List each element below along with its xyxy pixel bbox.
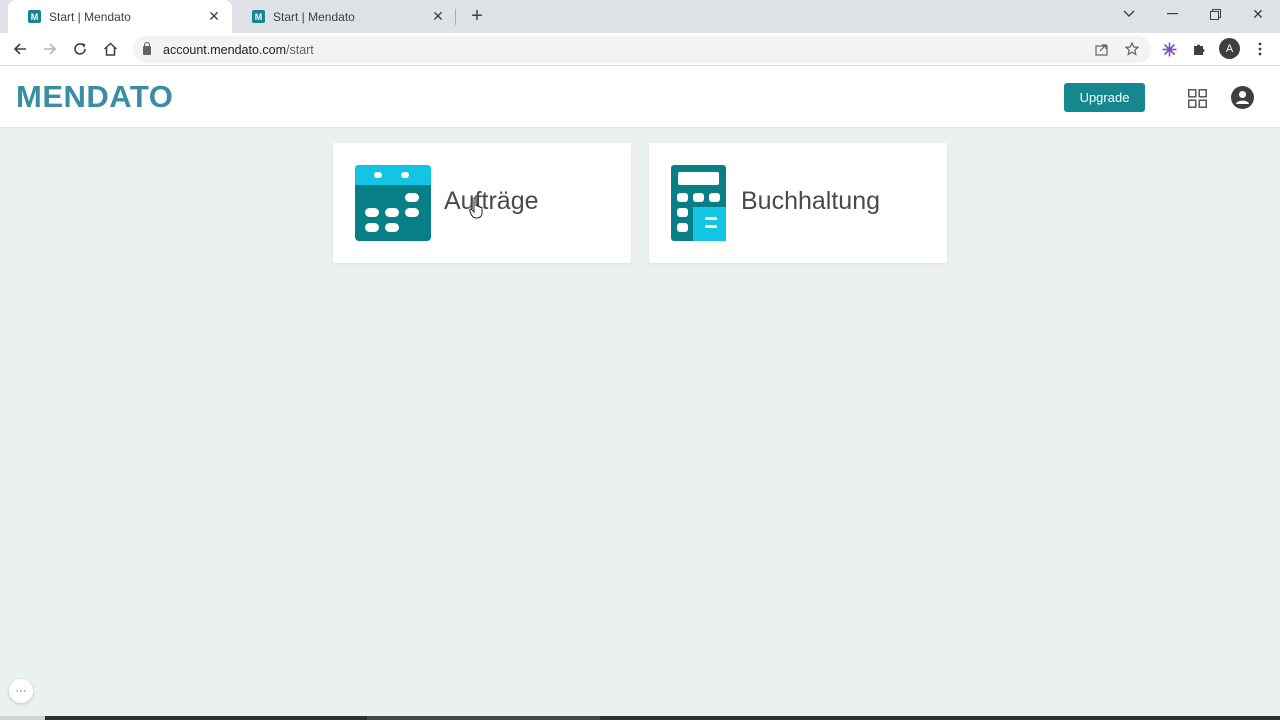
url-path: /start — [286, 42, 314, 57]
tab-close-icon[interactable]: ✕ — [430, 8, 446, 25]
url-host: account.mendato.com — [163, 42, 286, 57]
restore-icon[interactable] — [1200, 0, 1230, 28]
browser-profile-avatar[interactable]: A — [1219, 38, 1240, 59]
tab-close-icon[interactable]: ✕ — [206, 8, 222, 25]
new-tab-icon[interactable]: + — [466, 5, 488, 27]
browser-tab-inactive[interactable]: M Start | Mendato ✕ — [232, 0, 456, 33]
home-icon[interactable] — [98, 37, 122, 61]
calculator-icon — [671, 165, 726, 246]
extension-flower-icon[interactable] — [1159, 39, 1179, 59]
app-grid-icon[interactable] — [1188, 89, 1207, 108]
mendato-favicon-icon: M — [252, 10, 265, 23]
calendar-icon — [355, 165, 431, 246]
tab-title: Start | Mendato — [273, 9, 355, 24]
address-bar[interactable]: account.mendato.com/start — [133, 36, 1151, 63]
taskbar-strip — [0, 716, 1280, 720]
forward-icon[interactable] — [38, 37, 62, 61]
tab-separator — [455, 9, 456, 25]
minimize-icon[interactable] — [1157, 0, 1187, 28]
hand-cursor-icon — [469, 197, 483, 219]
close-window-icon[interactable]: ✕ — [1243, 0, 1273, 28]
card-label: Buchhaltung — [741, 187, 881, 215]
bookmark-star-icon[interactable] — [1122, 39, 1142, 59]
mendato-logo[interactable]: MENDATO — [16, 79, 173, 115]
card-label: Aufträge — [444, 187, 539, 215]
upgrade-button[interactable]: Upgrade — [1064, 83, 1145, 112]
browser-tab-active[interactable]: M Start | Mendato ✕ — [8, 0, 232, 33]
user-account-icon[interactable] — [1231, 86, 1254, 109]
browser-tab-strip: M Start | Mendato ✕ M Start | Mendato ✕ … — [0, 0, 1280, 33]
reload-icon[interactable] — [68, 37, 92, 61]
back-icon[interactable] — [8, 37, 32, 61]
share-icon[interactable] — [1091, 39, 1111, 59]
mendato-favicon-icon: M — [28, 10, 41, 23]
app-header: MENDATO Upgrade — [0, 66, 1280, 128]
tab-title: Start | Mendato — [49, 9, 131, 24]
browser-menu-kebab-icon[interactable] — [1250, 39, 1270, 59]
browser-toolbar: account.mendato.com/start A — [0, 33, 1280, 66]
extensions-puzzle-icon[interactable] — [1189, 39, 1209, 59]
chat-widget-icon[interactable]: ··· — [9, 679, 33, 703]
tab-search-chevron-icon[interactable] — [1114, 0, 1144, 28]
card-buchhaltung[interactable]: Buchhaltung — [649, 143, 947, 263]
lock-icon[interactable] — [143, 42, 151, 55]
